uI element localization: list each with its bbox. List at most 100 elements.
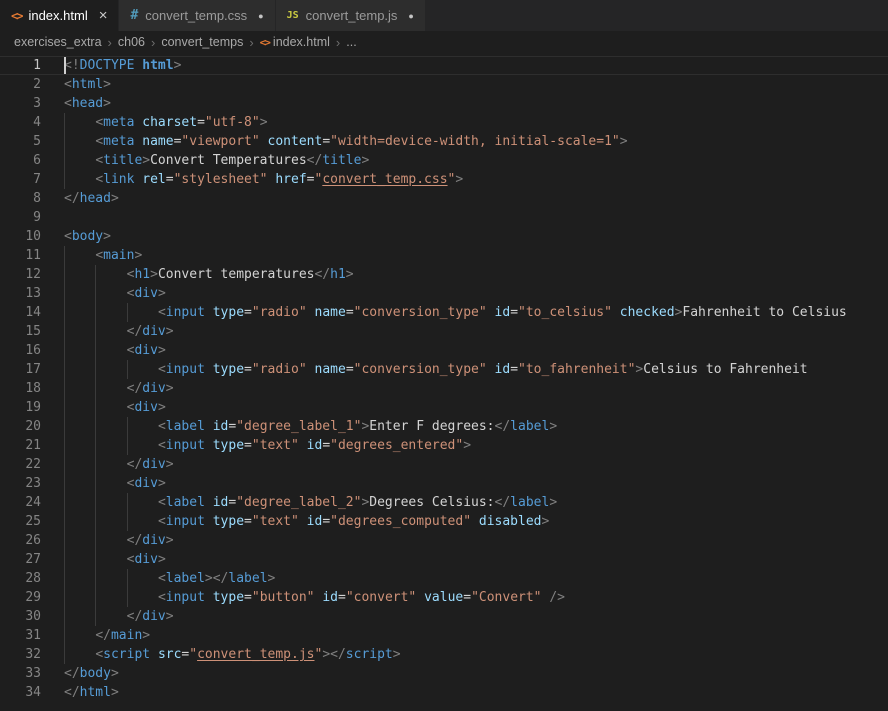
code-line[interactable]: 16 <div> [0,341,888,360]
punctuation: </ [127,381,143,396]
code-line[interactable]: 9 [0,208,888,227]
code-line[interactable]: 22 </div> [0,455,888,474]
code-line[interactable]: 29 <input type="button" id="convert" val… [0,588,888,607]
code-line[interactable]: 2<html> [0,75,888,94]
breadcrumb-label: convert_temps [161,35,243,49]
line-number: 3 [0,94,41,113]
attribute-name: id [307,438,323,453]
code-content: <input type="radio" name="conversion_typ… [64,360,808,379]
equals-sign: = [463,590,471,605]
indent-guide [64,398,95,417]
tab-bar: <>index.html×#convert_temp.css●JSconvert… [0,0,888,31]
attribute-name: disabled [479,514,542,529]
code-content: </html> [64,683,119,702]
code-line[interactable]: 3<head> [0,94,888,113]
code-content: </div> [64,531,174,550]
code-line[interactable]: 1<!DOCTYPE html> [0,56,888,75]
code-line[interactable]: 18 </div> [0,379,888,398]
tab-index-html[interactable]: <>index.html× [0,0,119,31]
code-line[interactable]: 15 </div> [0,322,888,341]
code-line[interactable]: 11 <main> [0,246,888,265]
tag-name: input [166,590,205,605]
indent-guide [64,607,95,626]
breadcrumb-item-index-html[interactable]: <>index.html [260,35,330,49]
tag-name: DOCTYPE [80,58,135,73]
tab-convert-temp-js[interactable]: JSconvert_temp.js● [276,0,426,31]
breadcrumb-item-exercises-extra[interactable]: exercises_extra [14,35,102,49]
code-line[interactable]: 4 <meta charset="utf-8"> [0,113,888,132]
tab-convert-temp-css[interactable]: #convert_temp.css● [119,0,275,31]
punctuation: > [166,533,174,548]
code-line[interactable]: 17 <input type="radio" name="conversion_… [0,360,888,379]
punctuation: </ [95,628,111,643]
tab-label: convert_temp.css [145,8,247,23]
code-line[interactable]: 6 <title>Convert Temperatures</title> [0,151,888,170]
text-content [471,514,479,529]
text-content [612,305,620,320]
code-line[interactable]: 10<body> [0,227,888,246]
js-icon: JS [287,10,299,21]
indent-guide [64,512,95,531]
punctuation: > [103,77,111,92]
modified-dot-icon[interactable]: ● [258,11,263,21]
code-content: <input type="text" id="degrees_entered"> [64,436,471,455]
indent-guide [64,303,95,322]
code-line[interactable]: 14 <input type="radio" name="conversion_… [0,303,888,322]
indent-guide [64,550,95,569]
code-content: </body> [64,664,119,683]
code-line[interactable]: 30 </div> [0,607,888,626]
punctuation: < [95,153,103,168]
line-number: 10 [0,227,41,246]
punctuation: > [166,324,174,339]
code-line[interactable]: 31 </main> [0,626,888,645]
line-number: 24 [0,493,41,512]
attribute-value: "radio" [252,362,307,377]
punctuation: </ [127,457,143,472]
punctuation: > [103,229,111,244]
modified-dot-icon[interactable]: ● [408,11,413,21]
code-line[interactable]: 26 </div> [0,531,888,550]
code-line[interactable]: 5 <meta name="viewport" content="width=d… [0,132,888,151]
code-line[interactable]: 13 <div> [0,284,888,303]
punctuation: < [64,77,72,92]
equals-sign: = [166,172,174,187]
indent-guide [127,588,158,607]
breadcrumb-label: exercises_extra [14,35,102,49]
code-line[interactable]: 20 <label id="degree_label_1">Enter F de… [0,417,888,436]
attribute-value: "Convert" [471,590,541,605]
line-number: 21 [0,436,41,455]
code-line[interactable]: 19 <div> [0,398,888,417]
indent-guide [95,341,126,360]
code-line[interactable]: 28 <label></label> [0,569,888,588]
tag-name: div [134,343,157,358]
chevron-right-icon: › [106,35,114,50]
breadcrumb-item-convert-temps[interactable]: convert_temps [161,35,243,49]
line-number: 1 [0,56,41,75]
indent-guide [64,474,95,493]
chevron-right-icon: › [149,35,157,50]
code-line[interactable]: 33</body> [0,664,888,683]
text-content [205,419,213,434]
code-line[interactable]: 8</head> [0,189,888,208]
punctuation: > [158,400,166,415]
attribute-name: id [213,495,229,510]
code-line[interactable]: 12 <h1>Convert temperatures</h1> [0,265,888,284]
text-content: Fahrenheit to Celsius [682,305,846,320]
close-icon[interactable]: × [99,8,108,23]
code-line[interactable]: 23 <div> [0,474,888,493]
code-line[interactable]: 34</html> [0,683,888,702]
code-line[interactable]: 24 <label id="degree_label_2">Degrees Ce… [0,493,888,512]
breadcrumb-item-ch06[interactable]: ch06 [118,35,145,49]
code-line[interactable]: 21 <input type="text" id="degrees_entere… [0,436,888,455]
code-line[interactable]: 25 <input type="text" id="degrees_comput… [0,512,888,531]
indent-guide [95,379,126,398]
code-line[interactable]: 27 <div> [0,550,888,569]
punctuation: </ [213,571,229,586]
breadcrumb-item--[interactable]: ... [346,35,356,49]
text-content: Convert temperatures [158,267,315,282]
code-line[interactable]: 7 <link rel="stylesheet" href="convert_t… [0,170,888,189]
code-area[interactable]: 1<!DOCTYPE html>2<html>3<head>4 <meta ch… [0,53,888,702]
code-line[interactable]: 32 <script src="convert_temp.js"></scrip… [0,645,888,664]
indent-guide [95,569,126,588]
attribute-name: src [158,647,181,662]
